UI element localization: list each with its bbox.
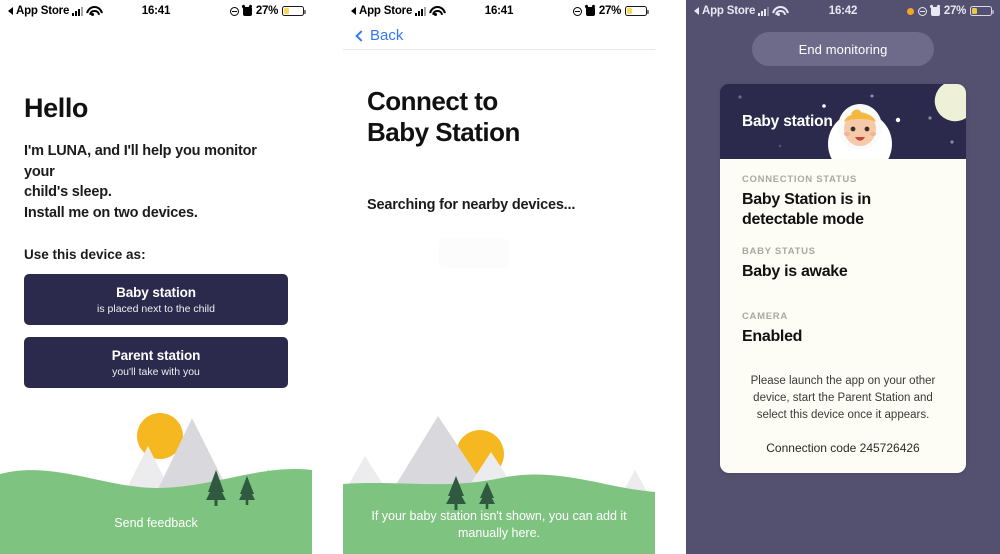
- screen-divider-1: [312, 0, 343, 554]
- intro-text: I'm LUNA, and I'll help you monitor your…: [24, 141, 288, 223]
- pairing-hint-text: Please launch the app on your other devi…: [750, 375, 936, 421]
- star-shape: [928, 116, 932, 120]
- camera-label: CAMERA: [742, 311, 788, 323]
- battery-icon: [282, 5, 307, 17]
- star-shape: [778, 144, 782, 148]
- location-icon: [572, 6, 582, 16]
- welcome-body: Hello I'm LUNA, and I'll help you monito…: [0, 93, 312, 389]
- device-role-prompt: Use this device as:: [24, 247, 146, 263]
- baby-status-block: BABY STATUS Baby is awake: [742, 246, 944, 282]
- star-shape: [895, 117, 901, 123]
- parent-station-button-subtitle: you'll take with you: [112, 365, 200, 378]
- alarm-icon: [585, 6, 595, 16]
- parent-station-button-title: Parent station: [111, 347, 201, 363]
- page-title-line-1: Connect to: [367, 86, 498, 116]
- intro-line-3: Install me on two devices.: [24, 204, 198, 221]
- intro-line-1: I'm LUNA, and I'll help you monitor your: [24, 143, 257, 180]
- location-icon: [917, 6, 927, 16]
- device-placeholder-shape: [439, 238, 509, 268]
- baby-status-value: Baby is awake: [742, 262, 848, 280]
- battery-icon: [970, 5, 995, 17]
- camera-value: Enabled: [742, 328, 803, 346]
- status-bar-clock: 16:41: [484, 5, 514, 17]
- card-header: Baby station: [720, 84, 966, 159]
- location-icon: [229, 6, 239, 16]
- alarm-icon: [930, 6, 940, 16]
- connection-status-block: CONNECTION STATUS Baby Station is in det…: [742, 174, 944, 230]
- camera-block: CAMERA Enabled: [742, 311, 944, 347]
- status-bar-clock: 16:41: [141, 5, 171, 17]
- connection-code-text: Connection code 245726426: [766, 441, 920, 456]
- star-shape: [950, 140, 954, 144]
- star-shape: [738, 95, 742, 99]
- back-button[interactable]: Back: [355, 27, 404, 44]
- end-monitoring-button[interactable]: End monitoring: [752, 32, 934, 66]
- alarm-icon: [242, 6, 252, 16]
- add-manually-link[interactable]: If your baby station isn't shown, you ca…: [343, 508, 655, 554]
- baby-station-button-subtitle: is placed next to the child: [97, 302, 215, 315]
- connection-status-label: CONNECTION STATUS: [742, 174, 857, 185]
- monitoring-toolbar: End monitoring: [686, 22, 1000, 66]
- star-shape: [870, 94, 874, 98]
- chevron-left-icon: [355, 29, 367, 42]
- intro-line-2: child's sleep.: [24, 184, 112, 201]
- searching-status-text: Searching for nearby devices...: [367, 196, 576, 213]
- nav-bar: Back: [343, 22, 655, 50]
- status-bar: App Store 16:42 27%: [686, 0, 1000, 22]
- screen-divider-2: [655, 0, 686, 554]
- screen-monitoring: App Store 16:42 27% End monitoring Baby …: [686, 0, 1000, 554]
- send-feedback-link[interactable]: Send feedback: [0, 515, 312, 554]
- status-bar-clock: 16:42: [828, 5, 858, 17]
- card-body: CONNECTION STATUS Baby Station is in det…: [720, 159, 966, 474]
- status-bar: App Store 16:41 27%: [343, 0, 655, 22]
- status-bar: App Store 16:41 27%: [0, 0, 312, 22]
- screen-connect: App Store 16:41 27% Back Connect to Baby…: [343, 0, 655, 554]
- parent-station-button[interactable]: Parent station you'll take with you: [24, 337, 288, 389]
- baby-status-label: BABY STATUS: [742, 245, 816, 257]
- page-title: Connect to Baby Station: [367, 86, 631, 149]
- baby-station-card: Baby station CONNECTION STATUS Baby Stat…: [720, 84, 966, 474]
- baby-station-button-title: Baby station: [116, 284, 196, 300]
- star-shape: [822, 104, 826, 108]
- battery-icon: [625, 5, 650, 17]
- screens-row: App Store 16:41 27% Hello I'm LUNA, and …: [0, 0, 1000, 554]
- card-header-title: Baby station: [742, 113, 833, 130]
- page-title-line-2: Baby Station: [367, 117, 520, 148]
- connection-status-value: Baby Station is in detectable mode: [742, 191, 871, 228]
- back-button-label: Back: [370, 27, 404, 44]
- baby-station-button[interactable]: Baby station is placed next to the child: [24, 274, 288, 326]
- scenery-illustration: Send feedback: [0, 394, 312, 554]
- scenery-illustration: If your baby station isn't shown, you ca…: [343, 394, 655, 554]
- page-title: Hello: [24, 93, 89, 123]
- screen-welcome: App Store 16:41 27% Hello I'm LUNA, and …: [0, 0, 312, 554]
